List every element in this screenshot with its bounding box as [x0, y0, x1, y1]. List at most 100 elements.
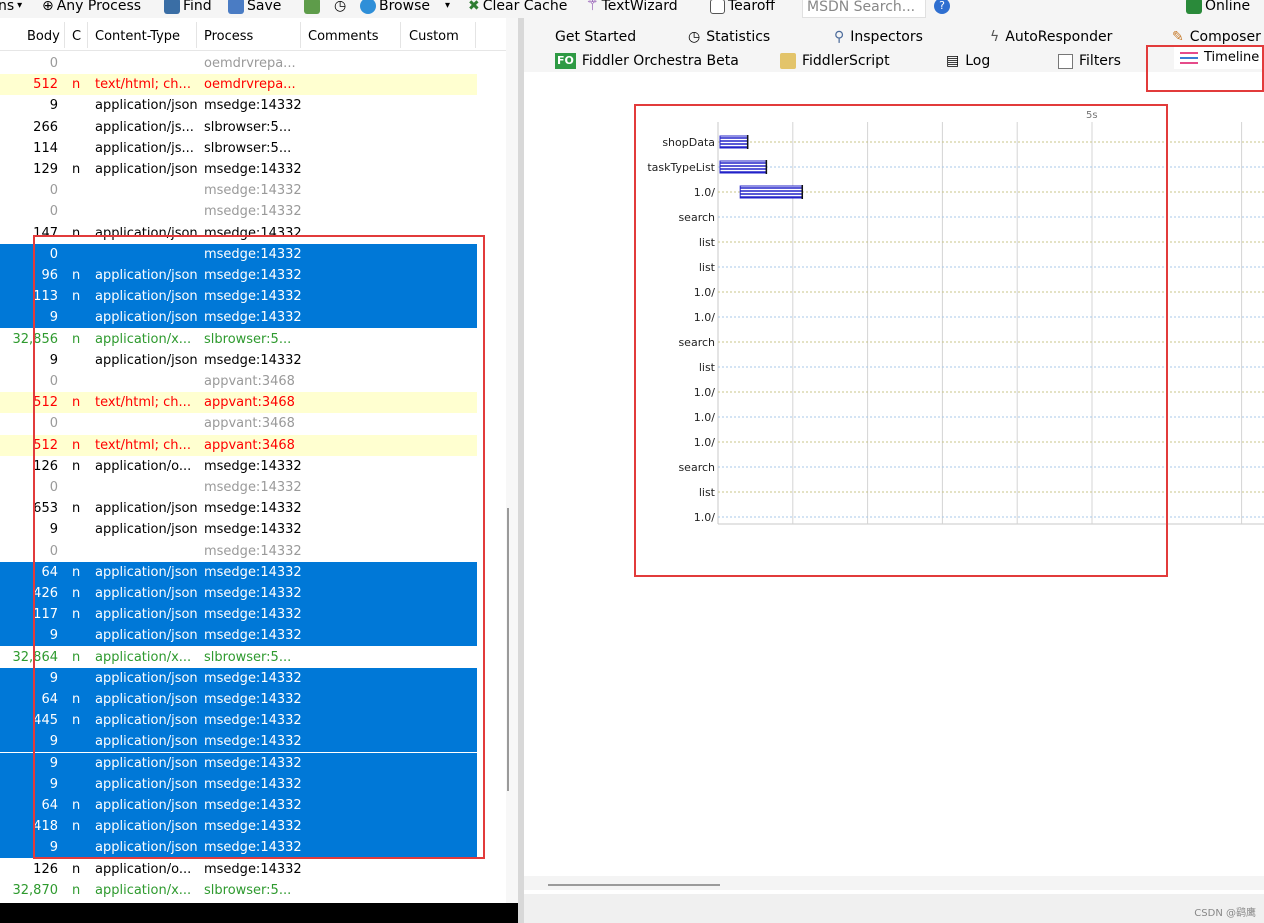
- dropdown-icon: ▾: [17, 0, 23, 11]
- any-process-button[interactable]: ⊕ Any Process: [42, 0, 141, 16]
- session-body-size: 266: [33, 119, 58, 135]
- column-divider[interactable]: [300, 22, 301, 48]
- session-process: msedge:14332: [204, 861, 302, 877]
- session-c-flag: n: [72, 77, 81, 93]
- session-content-type: application/json: [95, 162, 198, 177]
- js-icon: [780, 53, 796, 69]
- session-process: msedge:14332: [204, 183, 302, 199]
- timer-button[interactable]: ◷: [334, 0, 346, 16]
- session-process: msedge:14332: [204, 98, 302, 114]
- session-content-type: application/json: [95, 98, 198, 114]
- session-process: slbrowser:5...: [204, 882, 292, 898]
- rules-menu[interactable]: ns ▾: [0, 0, 22, 16]
- log-icon: ▤: [946, 53, 960, 69]
- save-icon: [228, 0, 244, 14]
- msdn-search-input[interactable]: MSDN Search...: [802, 0, 926, 18]
- session-body-size: 512: [33, 77, 58, 93]
- session-content-type: application/js...: [95, 140, 194, 156]
- quickexec-bar[interactable]: [0, 903, 518, 923]
- fo-icon: FO: [555, 53, 576, 69]
- session-row[interactable]: 32,870 n application/x... slbrowser:5...: [0, 880, 477, 901]
- online-indicator[interactable]: Online: [1186, 0, 1250, 16]
- session-row[interactable]: 512 n text/html; ch... oemdrvrepa...: [0, 74, 477, 96]
- stopwatch-icon: ◷: [688, 29, 701, 45]
- watermark: CSDN @鹞鹰: [1194, 908, 1256, 919]
- session-body-size: 129: [33, 162, 58, 177]
- column-process[interactable]: Process: [204, 29, 253, 44]
- session-process: slbrowser:5...: [204, 140, 292, 156]
- column-divider[interactable]: [64, 22, 65, 48]
- session-row[interactable]: 0 oemdrvrepa...: [0, 53, 477, 74]
- save-button[interactable]: Save: [228, 0, 281, 16]
- capture-button[interactable]: [304, 0, 320, 16]
- wizard-icon: ⚚: [586, 0, 599, 14]
- session-row[interactable]: 9 application/json msedge:14332: [0, 95, 477, 116]
- checkbox-icon: [1058, 53, 1073, 69]
- column-content-type[interactable]: Content-Type: [95, 29, 180, 44]
- inspectors-icon: ⚲: [834, 29, 845, 45]
- textwizard-button[interactable]: ⚚ TextWizard: [586, 0, 678, 16]
- clear-cache-button[interactable]: ✖ Clear Cache: [468, 0, 567, 16]
- find-button[interactable]: Find: [164, 0, 212, 16]
- session-row[interactable]: 129 n application/json msedge:14332: [0, 159, 477, 180]
- session-body-size: 0: [49, 204, 58, 220]
- highlight-box-sessions: [33, 235, 485, 859]
- browse-button[interactable]: Browse ▾: [360, 0, 450, 16]
- lightning-icon: ϟ: [990, 29, 1000, 45]
- timer-icon: ◷: [334, 0, 347, 14]
- session-row[interactable]: 126 n application/o... msedge:14332: [0, 859, 477, 880]
- horizontal-scroll-thumb[interactable]: [548, 884, 720, 886]
- clear-cache-icon: ✖: [468, 0, 480, 14]
- column-c[interactable]: C: [72, 29, 81, 44]
- session-c-flag: n: [72, 882, 81, 898]
- session-c-flag: n: [72, 861, 81, 877]
- tab-fiddler-orchestra-beta[interactable]: FO Fiddler Orchestra Beta: [555, 50, 739, 72]
- column-divider[interactable]: [196, 22, 197, 48]
- session-body-size: 0: [49, 183, 58, 199]
- tab-autoresponder[interactable]: ϟ AutoResponder: [990, 26, 1112, 48]
- session-body-size: 9: [49, 98, 58, 114]
- highlight-box-timeline: [634, 104, 1168, 577]
- online-icon: [1186, 0, 1202, 14]
- help-icon[interactable]: ?: [934, 0, 950, 16]
- tab-inspectors[interactable]: ⚲ Inspectors: [834, 26, 923, 48]
- vertical-scroll-thumb[interactable]: [507, 508, 509, 791]
- session-process: msedge:14332: [204, 204, 302, 220]
- ie-icon: [360, 0, 376, 14]
- binoculars-icon: [164, 0, 180, 14]
- session-content-type: application/js...: [95, 119, 194, 135]
- session-row[interactable]: 0 msedge:14332: [0, 180, 477, 201]
- session-c-flag: n: [72, 162, 81, 177]
- session-row[interactable]: 0 msedge:14332: [0, 201, 477, 222]
- dropdown-icon: ▾: [444, 0, 451, 11]
- highlight-box-timeline-tab: [1146, 45, 1264, 92]
- column-body[interactable]: Body: [27, 29, 60, 44]
- session-process: slbrowser:5...: [204, 119, 292, 135]
- session-content-type: application/o...: [95, 861, 192, 877]
- session-body-size: 126: [33, 861, 58, 877]
- session-row[interactable]: 266 application/js... slbrowser:5...: [0, 117, 477, 138]
- session-process: msedge:14332: [204, 162, 302, 177]
- session-body-size: 32,870: [12, 882, 59, 898]
- session-body-size: 114: [33, 140, 58, 156]
- tab-get-started[interactable]: Get Started: [555, 26, 636, 48]
- column-divider[interactable]: [400, 22, 401, 48]
- session-row[interactable]: 114 application/js... slbrowser:5...: [0, 138, 477, 159]
- session-process: oemdrvrepa...: [204, 56, 296, 71]
- column-comments[interactable]: Comments: [308, 29, 378, 44]
- tearoff-button[interactable]: Tearoff: [710, 0, 775, 16]
- column-divider[interactable]: [87, 22, 88, 48]
- capture-icon: [304, 0, 320, 14]
- tab-statistics[interactable]: ◷ Statistics: [688, 26, 770, 48]
- session-process: oemdrvrepa...: [204, 77, 296, 93]
- session-body-size: 0: [49, 56, 58, 71]
- session-content-type: application/x...: [95, 882, 192, 898]
- tab-filters[interactable]: Filters: [1058, 50, 1121, 72]
- tearoff-icon: [710, 0, 725, 14]
- horizontal-scrollbar[interactable]: [524, 876, 1264, 890]
- column-divider[interactable]: [475, 22, 476, 48]
- tab-fiddlerscript[interactable]: FiddlerScript: [780, 50, 890, 72]
- column-custom[interactable]: Custom: [409, 29, 459, 44]
- tab-log[interactable]: ▤ Log: [946, 50, 990, 72]
- session-content-type: text/html; ch...: [95, 77, 191, 93]
